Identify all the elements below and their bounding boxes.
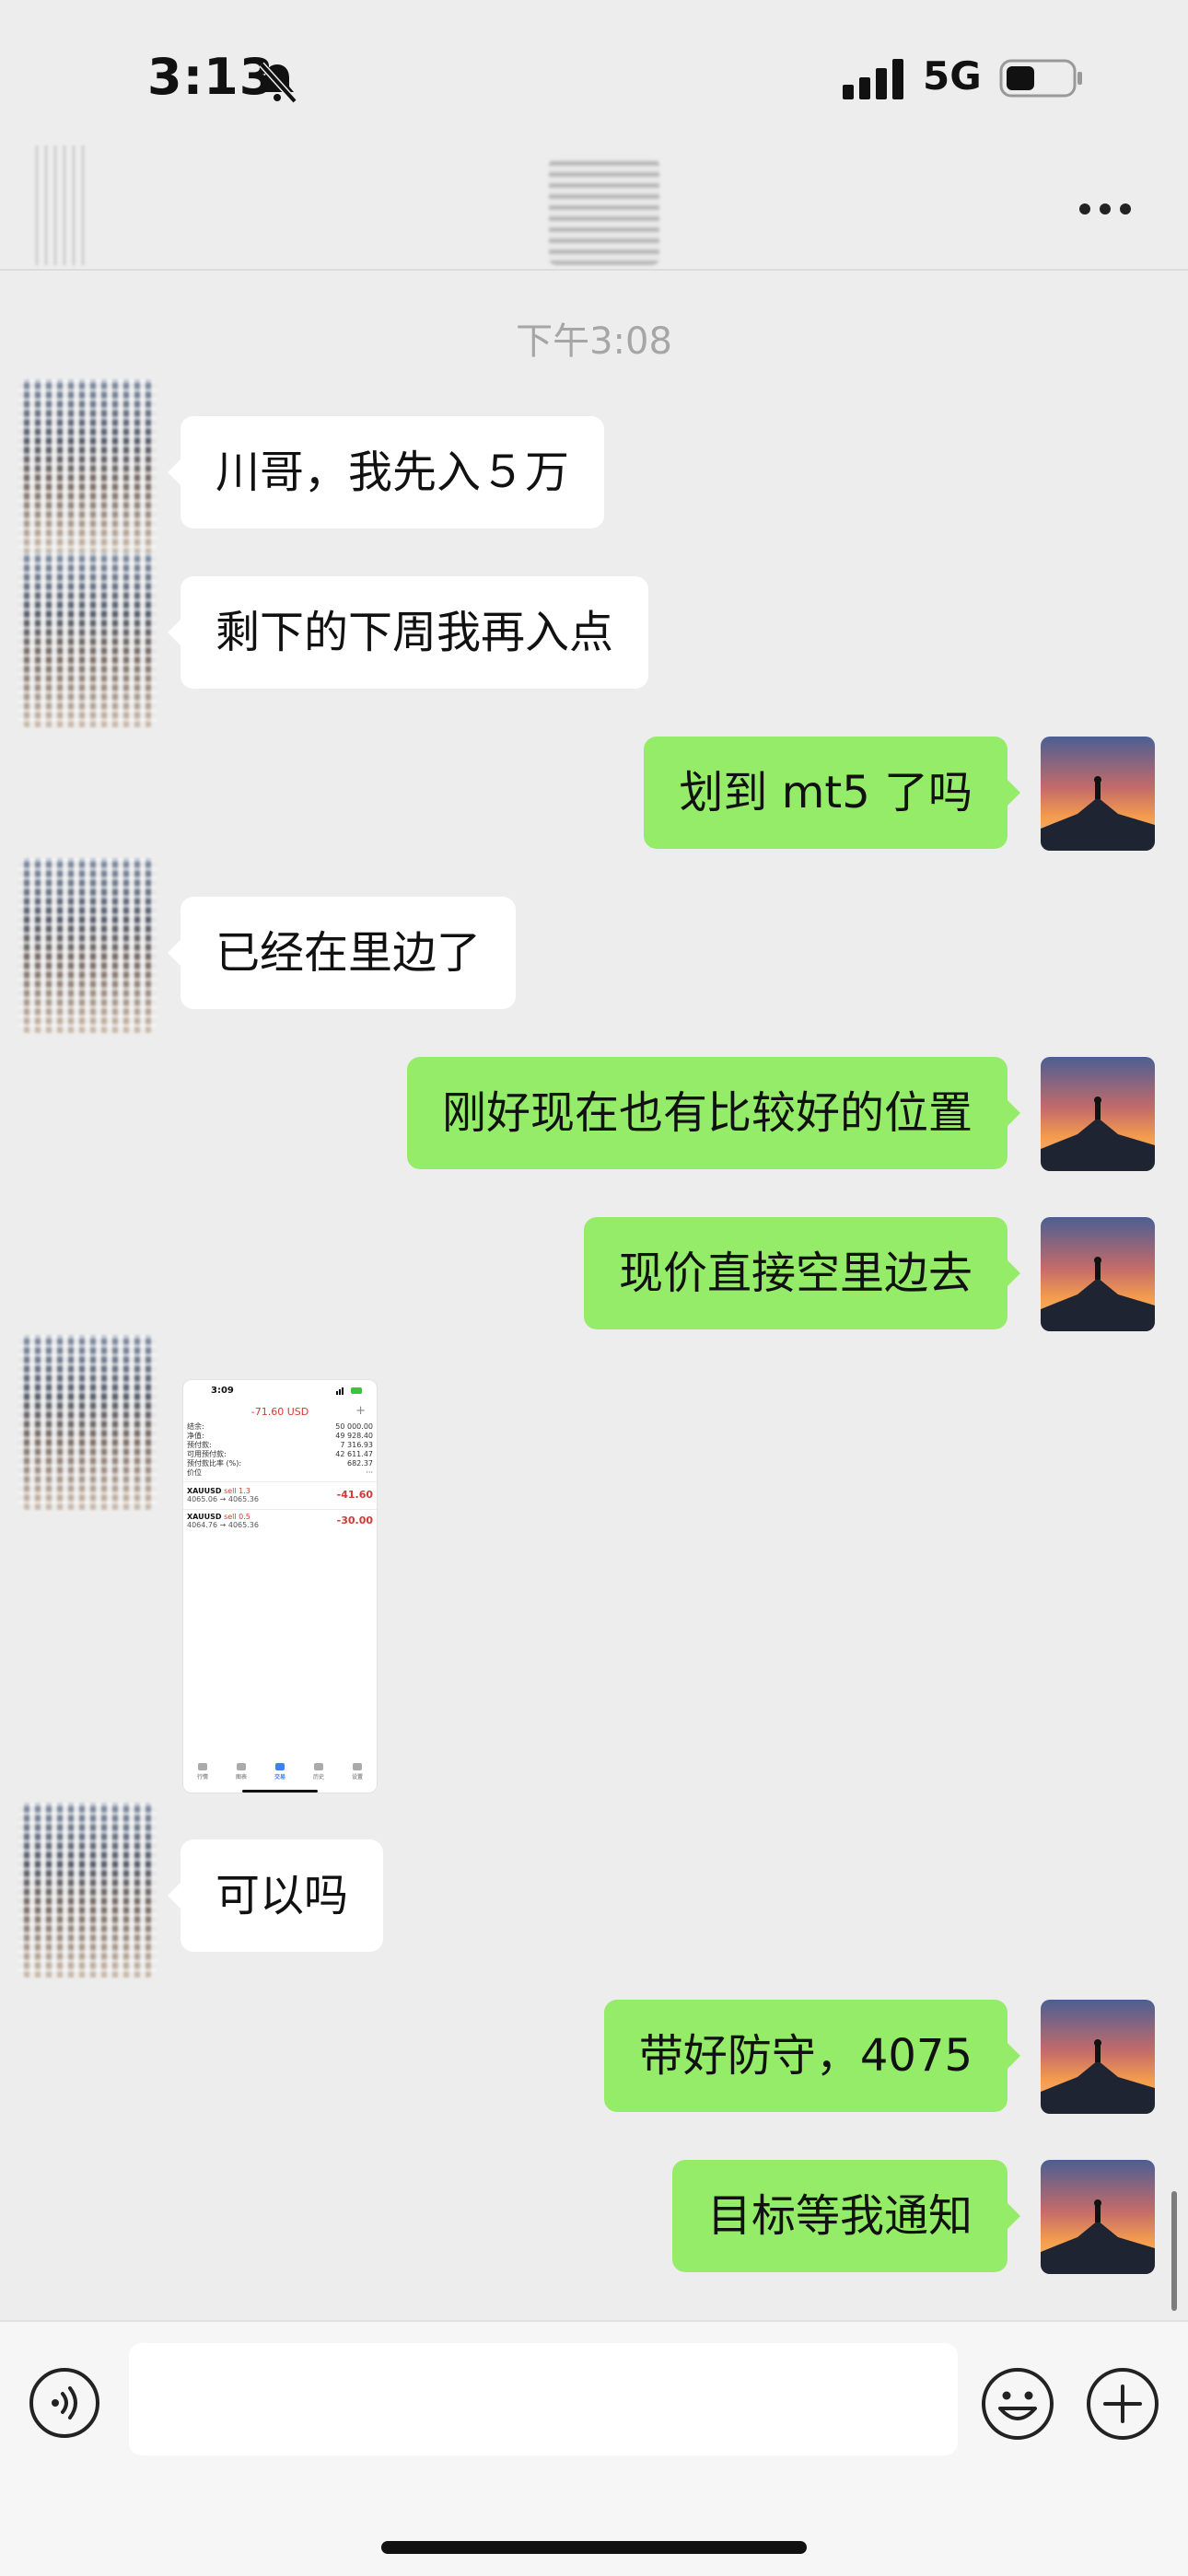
image-position-row: XAUUSD sell 0.5 4064.76 → 4065.36 -30.00 [187,1513,373,1529]
message-bubble[interactable]: 剩下的下周我再入点 [167,576,649,689]
voice-icon[interactable] [28,2366,101,2440]
contact-avatar[interactable] [18,552,157,727]
mountain-sunset-icon [1041,2000,1155,2114]
message-bubble[interactable]: 现价直接空里边去 [583,1217,1021,1329]
mountain-sunset-icon [1041,737,1155,851]
image-profit-loss: -71.60 USD [250,1406,309,1418]
chat-title [549,158,659,265]
message-bubble[interactable]: 已经在里边了 [167,897,517,1009]
message-bubble[interactable]: 川哥，我先入５万 [167,416,605,528]
image-tab-bar: 行情 图表 交易 历史 设置 [183,1763,377,1787]
self-avatar[interactable] [1041,2000,1155,2114]
message-input[interactable] [129,2343,958,2455]
status-bar: 3:13 5G [0,0,1188,157]
image-add-icon: + [355,1404,366,1418]
self-avatar[interactable] [1041,1057,1155,1171]
scrollbar[interactable] [1171,2191,1177,2311]
contact-avatar[interactable] [18,1803,157,1978]
self-avatar[interactable] [1041,2160,1155,2274]
signal-icon [843,59,903,99]
message-bubble[interactable]: 可以吗 [167,1839,384,1952]
image-status-icons [336,1387,362,1395]
message-bubble[interactable]: 带好防守，4075 [603,2000,1021,2112]
bell-off-icon [259,62,297,104]
image-status-time: 3:09 [211,1386,234,1396]
mountain-sunset-icon [1041,1217,1155,1331]
image-account-summary: 结余: 50 000.00 净值: 49 928.40 预付款: 7 316.93 可… [187,1422,373,1477]
message-timestamp: 下午3:08 [516,320,672,363]
image-home-indicator [242,1790,318,1793]
home-indicator [381,2541,807,2554]
message-bubble[interactable]: 目标等我通知 [671,2160,1021,2272]
self-avatar[interactable] [1041,1217,1155,1331]
message-bubble[interactable]: 划到 mt5 了吗 [644,737,1020,849]
self-avatar[interactable] [1041,737,1155,851]
mountain-sunset-icon [1041,2160,1155,2274]
network-type: 5G [923,53,982,99]
screenshot-image-message[interactable]: 3:09 -71.60 USD + 结余: 50 000.00 净值: 49 928… [182,1379,378,1793]
plus-icon[interactable] [1085,2366,1160,2442]
image-position-row: XAUUSD sell 1.3 4065.06 → 4065.36 -41.60 [187,1487,373,1503]
contact-avatar[interactable] [18,858,157,1033]
emoji-icon[interactable] [980,2366,1055,2442]
message-bubble[interactable]: 刚好现在也有比较好的位置 [406,1057,1021,1169]
mountain-sunset-icon [1041,1057,1155,1171]
battery-icon [999,59,1082,98]
contact-avatar[interactable] [18,1335,157,1510]
back-button[interactable] [35,145,87,265]
more-icon[interactable] [1077,198,1133,220]
contact-avatar[interactable] [18,379,157,554]
